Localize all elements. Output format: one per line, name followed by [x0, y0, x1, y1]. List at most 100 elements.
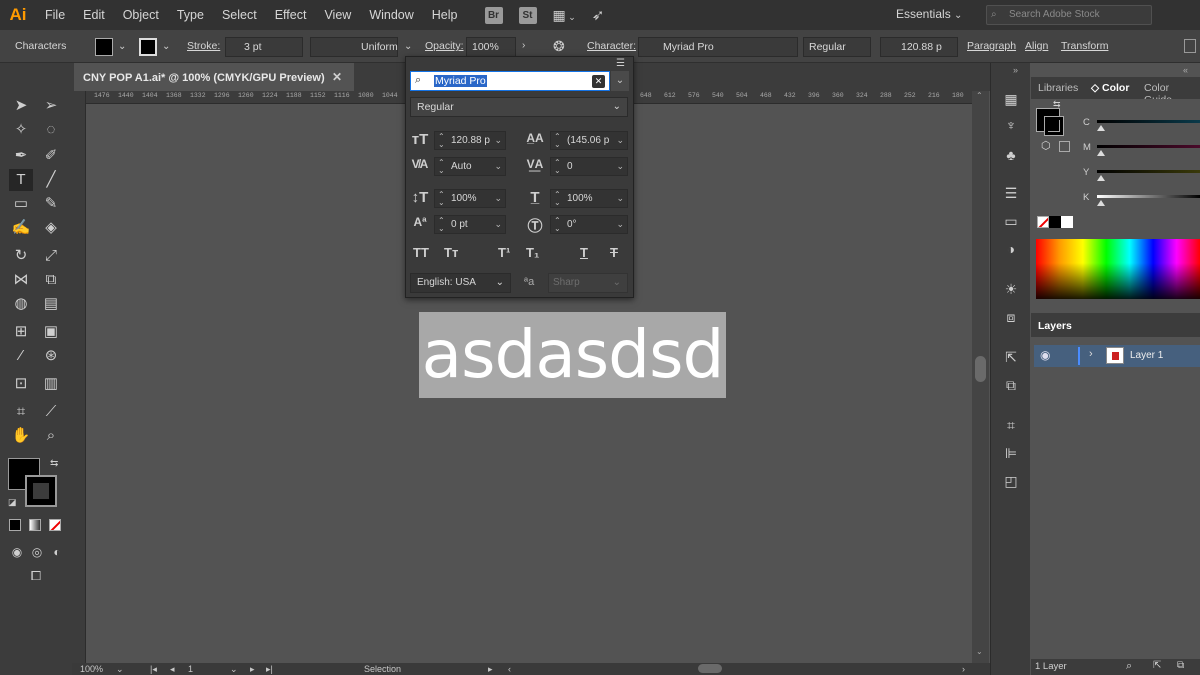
zoom-level[interactable]: 100%: [80, 664, 103, 674]
document-tab[interactable]: CNY POP A1.ai* @ 100% (CMYK/GPU Preview)…: [74, 63, 354, 91]
character-rotation-field[interactable]: ⌃ ⌄ 0° ⌄: [550, 215, 628, 234]
hand-tool-icon[interactable]: ✋: [9, 425, 33, 447]
color-stroke-swatch[interactable]: [1044, 116, 1064, 136]
stroke-label[interactable]: Stroke:: [187, 40, 220, 52]
yellow-slider[interactable]: [1097, 170, 1200, 173]
language-select[interactable]: English: USA ⌄: [410, 273, 511, 293]
subscript-button[interactable]: T₁: [526, 245, 539, 260]
menu-type[interactable]: Type: [168, 0, 213, 30]
cyan-slider[interactable]: [1097, 120, 1200, 123]
gradient-mode-icon[interactable]: [29, 519, 41, 531]
layer-row[interactable]: ◉ › Layer 1: [1034, 345, 1200, 367]
blend-tool-icon[interactable]: ⊛: [39, 345, 63, 367]
zoom-dropdown-icon[interactable]: ⌄: [116, 664, 124, 675]
variable-width-profile[interactable]: Uniform: [310, 37, 398, 57]
web-safe-swatch[interactable]: [1059, 141, 1070, 152]
tracking-field[interactable]: ⌃ ⌄ 0 ⌄: [550, 157, 628, 176]
stepper-icon[interactable]: ⌃ ⌄: [554, 217, 561, 233]
yellow-slider-thumb[interactable]: [1097, 175, 1105, 181]
type-tool-icon[interactable]: T: [9, 169, 33, 191]
artboard-dropdown-icon[interactable]: ⌄: [230, 664, 238, 675]
eyedropper-tool-icon[interactable]: ⁄: [9, 345, 33, 367]
eraser-tool-icon[interactable]: ◈: [39, 217, 63, 239]
panel-menu-icon[interactable]: [1184, 39, 1196, 53]
none-mode-icon[interactable]: [49, 519, 61, 531]
artboard-tool-icon[interactable]: ⌗: [9, 401, 33, 423]
font-size-field[interactable]: ⌃ ⌄ 120.88 p ⌄: [434, 131, 506, 150]
stepper-icon[interactable]: ⌃ ⌄: [554, 133, 561, 149]
transparency-panel-icon[interactable]: ◑: [1001, 241, 1021, 259]
stepper-icon[interactable]: ⌃ ⌄: [438, 133, 445, 149]
graphic-styles-icon[interactable]: ⧈: [1001, 309, 1021, 327]
superscript-button[interactable]: T¹: [498, 245, 510, 260]
font-style-select[interactable]: Regular ⌄: [410, 97, 628, 117]
cc-libraries-icon[interactable]: ▦: [1001, 91, 1021, 109]
font-family-field[interactable]: Myriad Pro: [638, 37, 798, 57]
screen-mode-icon[interactable]: ⧠: [24, 565, 48, 587]
clear-icon[interactable]: ✕: [592, 75, 605, 88]
kerning-field[interactable]: ⌃ ⌄ Auto ⌄: [434, 157, 506, 176]
menu-select[interactable]: Select: [213, 0, 266, 30]
selected-text-object[interactable]: asdasdsd: [419, 312, 726, 398]
profile-dropdown-icon[interactable]: ⌄: [404, 41, 412, 52]
scroll-down-icon[interactable]: ⌄: [976, 647, 983, 656]
chevron-down-icon[interactable]: ⌄: [494, 193, 502, 204]
stock-search-input[interactable]: ⌕ Search Adobe Stock: [986, 5, 1152, 25]
scroll-up-icon[interactable]: ⌃: [976, 91, 983, 100]
fill-dropdown-icon[interactable]: ⌄: [118, 41, 126, 52]
all-caps-button[interactable]: TT: [413, 245, 429, 260]
stepper-icon[interactable]: ⌃ ⌄: [554, 159, 561, 175]
character-label[interactable]: Character:: [587, 40, 636, 52]
stroke-dropdown-icon[interactable]: ⌄: [162, 41, 170, 52]
stepper-icon[interactable]: ⌃ ⌄: [438, 191, 445, 207]
menu-effect[interactable]: Effect: [266, 0, 316, 30]
gpu-performance-icon[interactable]: ➶: [592, 6, 605, 24]
small-caps-button[interactable]: Tт: [444, 245, 458, 260]
appearance-panel-icon[interactable]: ☀: [1001, 281, 1021, 299]
vertical-scrollbar[interactable]: ⌃ ⌄: [972, 91, 989, 663]
expand-chevron-icon[interactable]: ›: [1089, 348, 1093, 360]
menu-file[interactable]: File: [36, 0, 74, 30]
swap-fill-stroke-icon[interactable]: ⇆: [50, 458, 58, 469]
cyan-slider-thumb[interactable]: [1097, 125, 1105, 131]
make-clipping-mask-icon[interactable]: ⧉: [1177, 660, 1184, 671]
black-swatch[interactable]: [1049, 216, 1061, 228]
pen-tool-icon[interactable]: ✒: [9, 145, 33, 167]
magenta-slider[interactable]: [1097, 145, 1200, 148]
paragraph-link[interactable]: Paragraph: [967, 40, 1016, 52]
font-family-dropdown-icon[interactable]: ⌄: [611, 71, 629, 91]
chevron-down-icon[interactable]: ⌄: [616, 219, 624, 230]
chevron-down-icon[interactable]: ⌄: [616, 193, 624, 204]
horizontal-scale-field[interactable]: ⌃ ⌄ 100% ⌄: [550, 189, 628, 208]
scroll-right-icon[interactable]: ›: [962, 664, 965, 674]
collapse-panels-icon[interactable]: «: [1183, 65, 1188, 75]
paintbrush-tool-icon[interactable]: ✎: [39, 193, 63, 215]
brushes-icon[interactable]: ♆: [1001, 117, 1021, 135]
magic-wand-tool-icon[interactable]: ✧: [9, 119, 33, 141]
strikethrough-button[interactable]: T: [610, 245, 618, 260]
stroke-weight-field[interactable]: 3 pt: [225, 37, 303, 57]
menu-object[interactable]: Object: [114, 0, 168, 30]
selection-tool-icon[interactable]: ➤: [9, 95, 33, 117]
last-artboard-icon[interactable]: ▸|: [266, 664, 273, 675]
align-link[interactable]: Align: [1025, 40, 1048, 52]
slice-tool-icon[interactable]: ⟋: [39, 401, 63, 423]
stepper-icon[interactable]: ⌃ ⌄: [438, 217, 445, 233]
opacity-arrow-icon[interactable]: ›: [522, 40, 525, 51]
black-slider-thumb[interactable]: [1097, 200, 1105, 206]
export-panel-icon[interactable]: ⇱: [1001, 349, 1021, 367]
bridge-button[interactable]: Br: [484, 6, 503, 24]
direct-selection-tool-icon[interactable]: ➢: [39, 95, 63, 117]
none-swatch[interactable]: [1037, 216, 1049, 228]
stroke-panel-icon[interactable]: ☰: [1001, 185, 1021, 203]
opacity-field[interactable]: 100%: [466, 37, 516, 57]
font-size-field[interactable]: 120.88 p: [880, 37, 958, 57]
fill-color-swatch[interactable]: [95, 38, 113, 56]
workspace-switcher[interactable]: Essentials ⌄: [896, 7, 962, 21]
default-fill-stroke-icon[interactable]: ◪: [8, 497, 17, 508]
visibility-eye-icon[interactable]: ◉: [1040, 348, 1050, 362]
menu-window[interactable]: Window: [360, 0, 422, 30]
tab-libraries[interactable]: Libraries: [1038, 82, 1078, 94]
graph-tool-icon[interactable]: ▥: [39, 373, 63, 395]
menu-help[interactable]: Help: [423, 0, 467, 30]
